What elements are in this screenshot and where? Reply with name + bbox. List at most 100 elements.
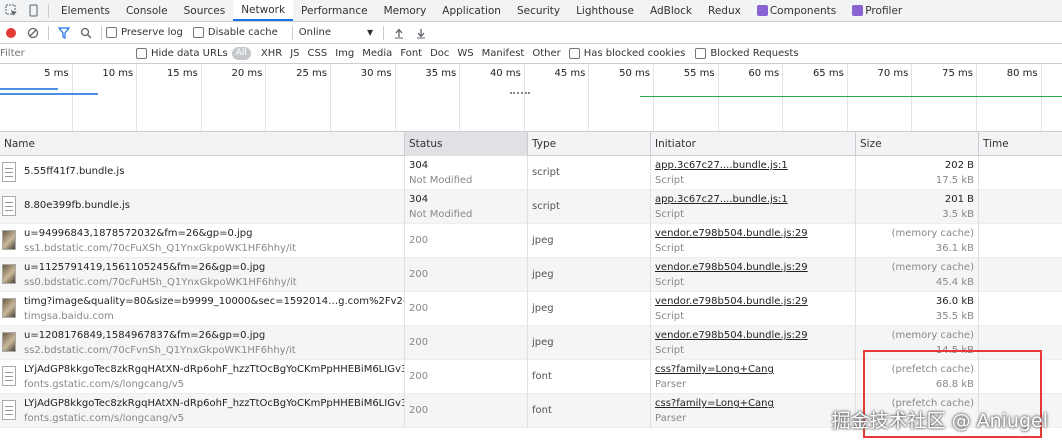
initiator-type: Script bbox=[655, 243, 685, 254]
timeline-overview[interactable]: 5 ms 10 ms 15 ms 20 ms 25 ms 30 ms 35 ms 40 ms 4… bbox=[0, 64, 1062, 132]
filter-input[interactable] bbox=[0, 44, 136, 63]
resource-size: 36.1 kB bbox=[935, 243, 974, 254]
tab-sources[interactable]: Sources bbox=[176, 0, 234, 21]
column-time[interactable]: Time bbox=[978, 132, 1062, 156]
timeline-dots bbox=[510, 92, 530, 94]
request-name[interactable]: u=1208176849,1584967837&fm=26&gp=0.jpg bbox=[24, 330, 265, 341]
tab-adblock[interactable]: AdBlock bbox=[642, 0, 700, 21]
preserve-log-checkbox[interactable]: Preserve log bbox=[106, 27, 183, 38]
table-row[interactable]: u=94996843,1878572032&fm=26&gp=0.jpg ss1.… bbox=[0, 224, 1062, 258]
export-har-icon[interactable] bbox=[410, 27, 432, 39]
filter-ws[interactable]: WS bbox=[453, 48, 477, 59]
search-icon[interactable] bbox=[75, 27, 97, 39]
request-name[interactable]: 5.55ff41f7.bundle.js bbox=[24, 166, 124, 177]
status-code: 200 bbox=[409, 303, 429, 314]
watermark: 掘金技术社区 @ Aniugel bbox=[831, 410, 1048, 432]
filter-img[interactable]: Img bbox=[331, 48, 358, 59]
request-name[interactable]: timg?image&quality=80&size=b9999_10000&s… bbox=[24, 296, 404, 307]
timeline-gridline bbox=[71, 64, 73, 131]
tab-components[interactable]: Components bbox=[749, 0, 844, 21]
filter-icon[interactable] bbox=[53, 26, 75, 39]
column-status[interactable]: Status bbox=[404, 132, 527, 156]
filter-all-pill[interactable]: All bbox=[231, 47, 251, 60]
status-code: 200 bbox=[409, 269, 429, 280]
tab-performance[interactable]: Performance bbox=[293, 0, 376, 21]
filter-js[interactable]: JS bbox=[286, 48, 303, 59]
hide-data-urls-checkbox[interactable]: Hide data URLs bbox=[136, 48, 228, 59]
blocked-requests-checkbox[interactable]: Blocked Requests bbox=[695, 48, 799, 59]
timeline-tick-label: 40 ms bbox=[489, 68, 521, 79]
transfer-size: 36.0 kB bbox=[935, 296, 974, 307]
filter-xhr[interactable]: XHR bbox=[257, 48, 286, 59]
checkbox-box[interactable] bbox=[695, 48, 707, 59]
import-har-icon[interactable] bbox=[388, 27, 410, 39]
cell-type: script bbox=[527, 190, 650, 224]
tab-profiler[interactable]: Profiler bbox=[844, 0, 910, 21]
filter-other[interactable]: Other bbox=[528, 48, 564, 59]
filter-font[interactable]: Font bbox=[396, 48, 426, 59]
checkbox-box[interactable] bbox=[568, 48, 580, 59]
tab-redux[interactable]: Redux bbox=[700, 0, 749, 21]
timeline-gridline bbox=[200, 64, 202, 131]
clear-icon[interactable] bbox=[22, 27, 44, 39]
checkbox-box[interactable] bbox=[136, 48, 147, 59]
request-name[interactable]: u=94996843,1878572032&fm=26&gp=0.jpg bbox=[24, 228, 252, 239]
tab-memory[interactable]: Memory bbox=[376, 0, 435, 21]
filter-doc[interactable]: Doc bbox=[426, 48, 453, 59]
filter-manifest[interactable]: Manifest bbox=[478, 48, 529, 59]
cell-status: 200 bbox=[404, 326, 527, 360]
status-code: 200 bbox=[409, 371, 429, 382]
initiator-link[interactable]: vendor.e798b504.bundle.js:29 bbox=[655, 262, 808, 273]
timeline-tick-label: 25 ms bbox=[296, 68, 327, 79]
transfer-size: (memory cache) bbox=[891, 330, 974, 341]
tab-network[interactable]: Network bbox=[233, 0, 294, 21]
table-row[interactable]: 5.55ff41f7.bundle.js 304 Not Modified scrip… bbox=[0, 156, 1062, 190]
column-type[interactable]: Type bbox=[527, 132, 650, 156]
transfer-size: (memory cache) bbox=[891, 262, 974, 273]
tab-security[interactable]: Security bbox=[509, 0, 568, 21]
blocked-requests-label: Blocked Requests bbox=[710, 48, 799, 59]
tab-elements[interactable]: Elements bbox=[53, 0, 118, 21]
record-icon[interactable] bbox=[0, 27, 22, 38]
document-file-icon bbox=[2, 400, 16, 420]
cell-name: 8.80e399fb.bundle.js bbox=[0, 190, 404, 224]
initiator-link[interactable]: vendor.e798b504.bundle.js:29 bbox=[655, 228, 808, 239]
initiator-type: Script bbox=[655, 209, 685, 220]
resource-type: script bbox=[532, 167, 560, 178]
timeline-gridline bbox=[394, 64, 396, 131]
table-row[interactable]: 8.80e399fb.bundle.js 304 Not Modified scrip… bbox=[0, 190, 1062, 224]
preserve-log-label: Preserve log bbox=[121, 27, 183, 38]
tab-lighthouse[interactable]: Lighthouse bbox=[568, 0, 642, 21]
has-blocked-cookies-checkbox[interactable]: Has blocked cookies bbox=[568, 48, 685, 59]
resource-type: script bbox=[532, 201, 560, 212]
request-name[interactable]: LYjAdGP8kkgoTec8zkRgqHAtXN-dRp6ohF_hzzTt… bbox=[24, 364, 404, 375]
column-initiator[interactable]: Initiator bbox=[650, 132, 855, 156]
inspect-element-icon[interactable] bbox=[0, 0, 22, 21]
device-toolbar-icon[interactable] bbox=[22, 0, 44, 21]
checkbox-box[interactable] bbox=[106, 27, 117, 38]
column-name[interactable]: Name bbox=[0, 132, 404, 156]
filter-media[interactable]: Media bbox=[358, 48, 396, 59]
initiator-link[interactable]: app.3c67c27....bundle.js:1 bbox=[655, 194, 788, 205]
initiator-link[interactable]: css?family=Long+Cang bbox=[655, 398, 774, 409]
tab-console[interactable]: Console bbox=[118, 0, 176, 21]
checkbox-box[interactable] bbox=[192, 27, 204, 38]
throttling-select[interactable]: Online ▼ bbox=[299, 27, 373, 38]
table-header: Name Status Type Initiator Size Time bbox=[0, 132, 1062, 156]
initiator-link[interactable]: vendor.e798b504.bundle.js:29 bbox=[655, 330, 808, 341]
request-name[interactable]: LYjAdGP8kkgoTec8zkRgqHAtXN-dRp6ohF_hzzTt… bbox=[24, 398, 404, 409]
initiator-type: Script bbox=[655, 277, 685, 288]
initiator-link[interactable]: app.3c67c27....bundle.js:1 bbox=[655, 160, 788, 171]
initiator-link[interactable]: css?family=Long+Cang bbox=[655, 364, 774, 375]
filter-css[interactable]: CSS bbox=[304, 48, 332, 59]
disable-cache-checkbox[interactable]: Disable cache bbox=[192, 27, 278, 38]
tab-application[interactable]: Application bbox=[434, 0, 509, 21]
table-row[interactable]: u=1125791419,1561105245&fm=26&gp=0.jpg ss… bbox=[0, 258, 1062, 292]
column-size[interactable]: Size bbox=[855, 132, 978, 156]
cell-initiator: css?family=Long+Cang Parser bbox=[650, 394, 855, 428]
timeline-gridline bbox=[846, 64, 848, 131]
request-name[interactable]: u=1125791419,1561105245&fm=26&gp=0.jpg bbox=[24, 262, 265, 273]
table-row[interactable]: timg?image&quality=80&size=b9999_10000&s… bbox=[0, 292, 1062, 326]
request-name[interactable]: 8.80e399fb.bundle.js bbox=[24, 200, 130, 211]
initiator-link[interactable]: vendor.e798b504.bundle.js:29 bbox=[655, 296, 808, 307]
